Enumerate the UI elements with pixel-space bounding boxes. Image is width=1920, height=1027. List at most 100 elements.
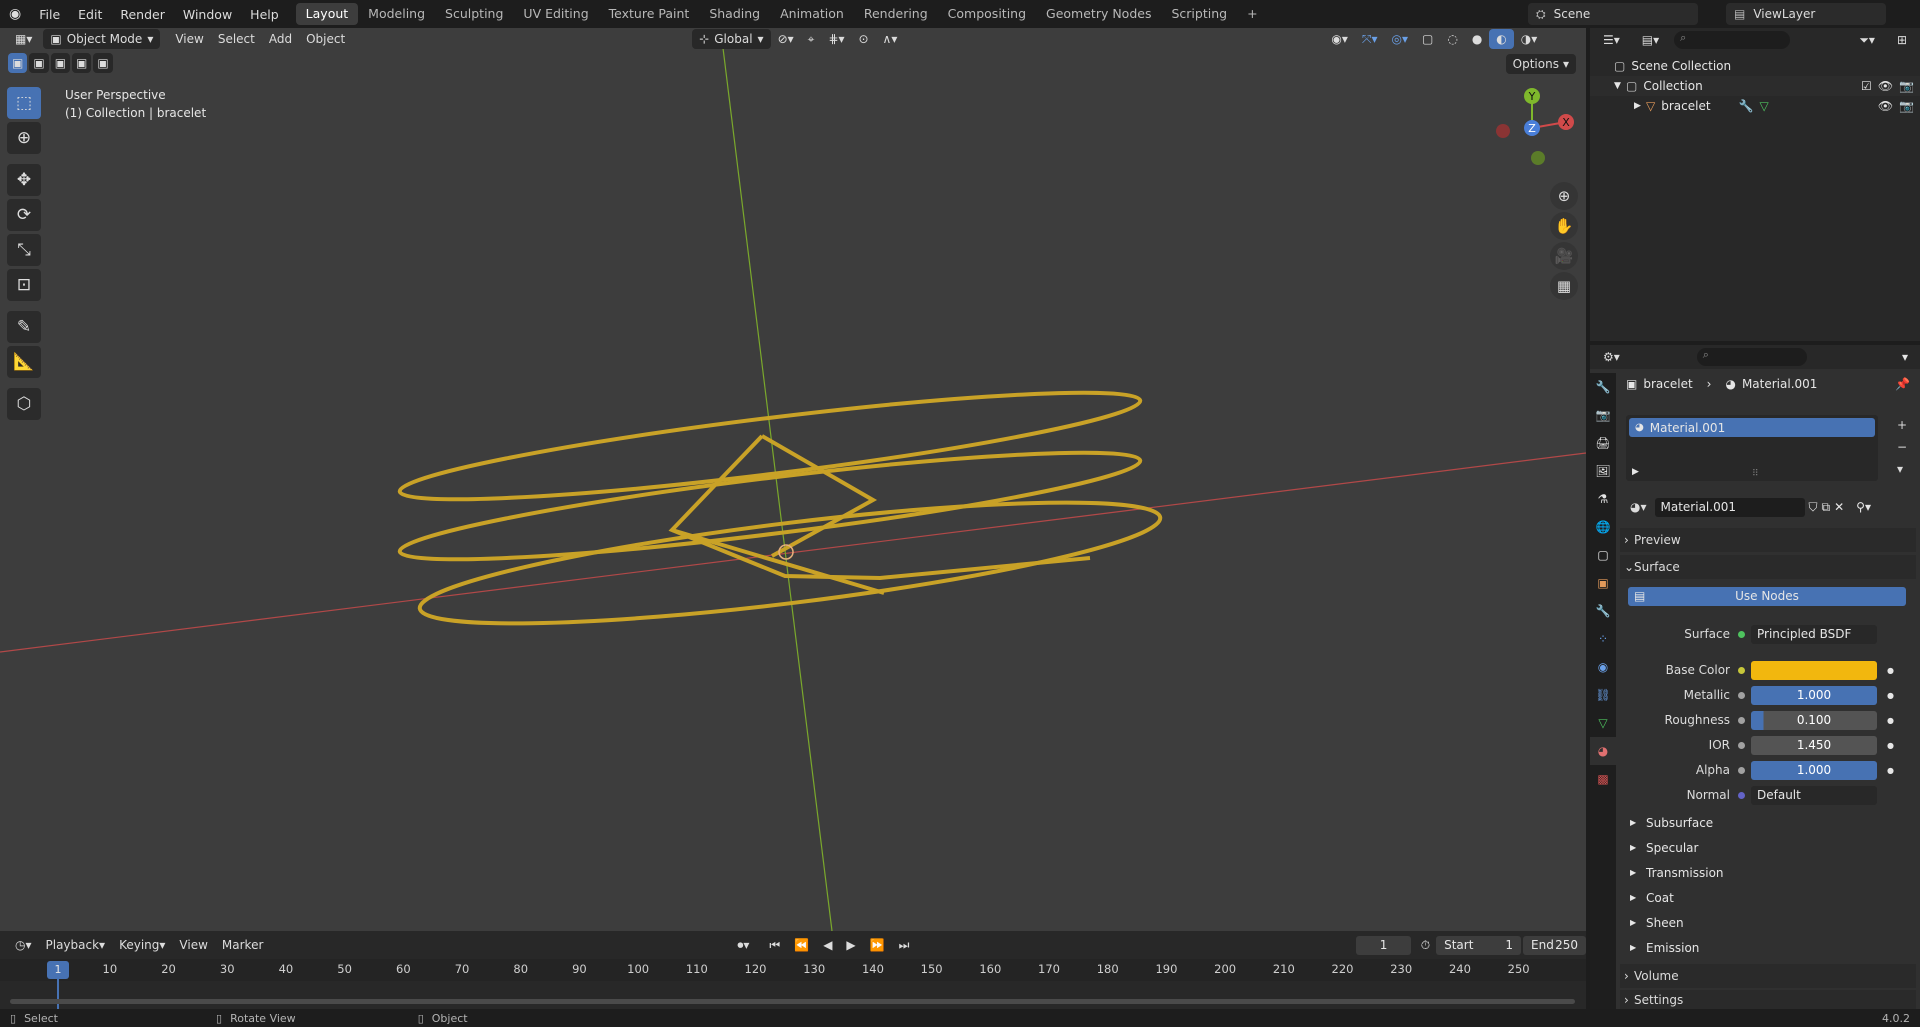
remove-slot-icon[interactable]: − (1890, 437, 1914, 457)
coat-panel[interactable]: ▶ Coat (1630, 885, 1910, 910)
volume-section[interactable]: › Volume (1620, 964, 1916, 988)
checkbox-icon[interactable]: ☑ (1861, 79, 1872, 93)
move-icon[interactable]: ✥ (7, 164, 41, 196)
tab-uv-editing[interactable]: UV Editing (513, 3, 598, 25)
roughness-slider[interactable]: 0.100 (1751, 710, 1877, 730)
constraints-tab-icon[interactable]: ⛓ (1590, 681, 1616, 709)
viewport-menu-add[interactable]: Add (262, 29, 299, 49)
viewport-menu-view[interactable]: View (168, 29, 210, 49)
viewport-menu-object[interactable]: Object (299, 29, 352, 49)
add-cube-icon[interactable]: ⬡ (7, 388, 41, 420)
playhead[interactable]: 1 (47, 961, 69, 979)
output-tab-icon[interactable]: 🖨 (1590, 429, 1616, 457)
modifier-tab-icon[interactable]: 🔧 (1590, 597, 1616, 625)
falloff-icon[interactable]: ∧▾ (876, 29, 905, 49)
proportional-edit-icon[interactable]: ⊙ (851, 29, 875, 49)
play-reverse-icon[interactable]: ◀ (816, 935, 839, 955)
menu-edit[interactable]: Edit (69, 7, 111, 22)
cursor-icon[interactable]: ⊕ (7, 122, 41, 154)
timeline-view-menu[interactable]: View (172, 935, 214, 955)
transform-icon[interactable]: ⊡ (7, 269, 41, 301)
normal-value[interactable]: Default (1751, 785, 1877, 805)
gizmo-toggle-icon[interactable]: ⤧▾ (1355, 29, 1385, 49)
tab-rendering[interactable]: Rendering (854, 3, 938, 25)
scene-tab-icon[interactable]: ⚗ (1590, 485, 1616, 513)
play-icon[interactable]: ▶ (839, 935, 862, 955)
stopwatch-icon[interactable]: ⏱ (1421, 938, 1430, 953)
object-tab-icon[interactable]: ▣ (1590, 569, 1616, 597)
keyframe-dot-icon[interactable]: ● (1887, 766, 1894, 775)
add-slot-icon[interactable]: + (1890, 415, 1914, 435)
outliner-row-bracelet[interactable]: ▶ ▽ bracelet 🔧 ▽ 👁 📷 (1590, 96, 1920, 116)
menu-render[interactable]: Render (111, 7, 174, 22)
rendered-shading-icon[interactable]: ◑▾ (1514, 29, 1545, 49)
render-tab-icon[interactable]: 📷 (1590, 401, 1616, 429)
surface-section[interactable]: ⌄ Surface (1620, 555, 1916, 579)
filter-icon[interactable]: ⏷▾ (1852, 30, 1882, 50)
emission-panel[interactable]: ▶ Emission (1630, 935, 1910, 960)
keyframe-dot-icon[interactable]: ● (1887, 741, 1894, 750)
tab-sculpting[interactable]: Sculpting (435, 3, 513, 25)
frame-ruler[interactable]: 10 20 30 40 50 60 70 80 90 100 110 120 130 140 150 160 1… (0, 959, 1586, 981)
texture-tab-icon[interactable]: ▩ (1590, 765, 1616, 793)
select-extend-icon[interactable]: ▣ (29, 53, 49, 73)
properties-search-input[interactable]: ⌕ (1696, 348, 1807, 366)
tab-layout[interactable]: Layout (295, 3, 359, 25)
physics-tab-icon[interactable]: ◉ (1590, 653, 1616, 681)
next-keyframe-icon[interactable]: ⏩ (863, 935, 892, 955)
material-tab-icon[interactable]: ◕ (1590, 737, 1616, 765)
eye-icon[interactable]: 👁 (1878, 79, 1893, 93)
current-frame-field[interactable]: 1 (1356, 935, 1411, 955)
editor-type-button[interactable]: ▦▾ (8, 29, 39, 49)
orientation-selector[interactable]: ⊹ Global ▾ (692, 29, 771, 49)
slot-menu-icon[interactable]: ▾ (1890, 459, 1914, 479)
start-frame-field[interactable]: Start 1 (1436, 935, 1522, 955)
use-nodes-button[interactable]: ▤ Use Nodes (1628, 587, 1906, 606)
display-mode-icon[interactable]: ▤▾ (1635, 30, 1666, 50)
jump-end-icon[interactable]: ⏭ (892, 935, 917, 955)
material-name-field[interactable]: Material.001 (1654, 497, 1805, 517)
measure-icon[interactable]: 📐 (7, 346, 41, 378)
view-layer-tab-icon[interactable]: 🖼 (1590, 457, 1616, 485)
particles-tab-icon[interactable]: ⁘ (1590, 625, 1616, 653)
overlay-toggle-icon[interactable]: ◎▾ (1384, 29, 1415, 49)
node-tree-icon[interactable]: ⚲▾ (1856, 500, 1871, 514)
alpha-slider[interactable]: 1.000 (1751, 760, 1877, 780)
auto-key-icon[interactable]: ⏺▾ (730, 935, 756, 955)
resize-handle-icon[interactable]: ⠿ (1752, 469, 1759, 479)
tab-compositing[interactable]: Compositing (938, 3, 1036, 25)
keying-menu[interactable]: Keying ▾ (112, 935, 172, 955)
select-new-icon[interactable]: ▣ (8, 53, 28, 73)
select-intersect-icon[interactable]: ▣ (93, 53, 113, 73)
pivot-icon[interactable]: ⊘▾ (771, 29, 801, 49)
select-invert-icon[interactable]: ▣ (72, 53, 92, 73)
marker-menu[interactable]: Marker (215, 935, 270, 955)
tab-scripting[interactable]: Scripting (1161, 3, 1237, 25)
camera-icon[interactable]: 📷 (1899, 99, 1914, 113)
end-frame-field[interactable]: End 250 (1523, 935, 1586, 955)
outliner-row-scene-collection[interactable]: ▢ Scene Collection (1590, 56, 1920, 76)
camera-view-icon[interactable]: 🎥 (1550, 242, 1578, 270)
perspective-grid-icon[interactable]: ▦ (1550, 272, 1578, 300)
specular-panel[interactable]: ▶ Specular (1630, 835, 1910, 860)
chevron-down-icon[interactable]: ▾ (1902, 350, 1908, 364)
metallic-slider[interactable]: 1.000 (1751, 685, 1877, 705)
browse-material-icon[interactable]: ◕▾ (1626, 497, 1651, 517)
tab-shading[interactable]: Shading (699, 3, 770, 25)
snap-icon[interactable]: ⌖ (801, 29, 822, 49)
ior-slider[interactable]: 1.450 (1751, 735, 1877, 755)
pin-icon[interactable]: 📌 (1895, 377, 1910, 391)
playback-menu[interactable]: Playback ▾ (39, 935, 113, 955)
duplicate-icon[interactable]: ⧉ (1822, 500, 1831, 515)
keyframe-dot-icon[interactable]: ● (1887, 666, 1894, 675)
fake-user-icon[interactable]: ⛉ (1809, 500, 1818, 515)
pan-hand-icon[interactable]: ✋ (1550, 212, 1578, 240)
transmission-panel[interactable]: ▶ Transmission (1630, 860, 1910, 885)
mode-selector[interactable]: ▣ Object Mode ▾ (43, 29, 161, 49)
data-tab-icon[interactable]: ▽ (1590, 709, 1616, 737)
prev-keyframe-icon[interactable]: ⏪ (787, 935, 816, 955)
sheen-panel[interactable]: ▶ Sheen (1630, 910, 1910, 935)
blender-logo-icon[interactable]: ◉ (0, 6, 30, 22)
rotate-icon[interactable]: ⟳ (7, 199, 41, 231)
navigation-gizmo[interactable]: Y Z X (1484, 82, 1586, 172)
